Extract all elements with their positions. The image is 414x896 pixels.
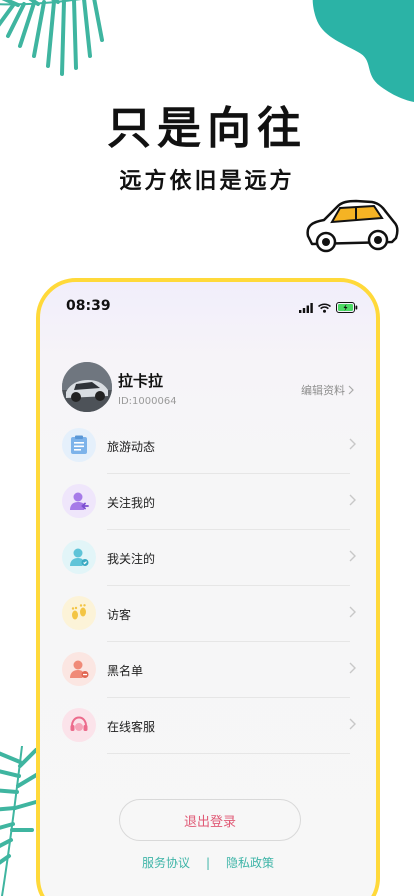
profile-menu: 旅游动态 关注我的 我关注的 访客 黑名单 在线客服 bbox=[40, 418, 376, 754]
signal-icon bbox=[299, 302, 313, 313]
menu-item-travel-posts[interactable]: 旅游动态 bbox=[40, 418, 376, 474]
user-block-icon bbox=[70, 660, 89, 678]
menu-icon-bg bbox=[62, 540, 96, 574]
menu-item-label: 我关注的 bbox=[107, 552, 156, 566]
menu-item-label: 关注我的 bbox=[107, 496, 156, 510]
menu-icon-bg bbox=[62, 708, 96, 742]
terms-link[interactable]: 服务协议 bbox=[142, 854, 190, 871]
phone-mockup: 08:39 拉卡拉 ID:1000064 编辑资料 旅游动态 关注我的 我关注的… bbox=[36, 278, 380, 896]
avatar-car-image bbox=[62, 362, 112, 412]
profile-name: 拉卡拉 bbox=[118, 372, 164, 390]
menu-divider bbox=[107, 753, 350, 754]
user-follower-icon bbox=[70, 492, 89, 510]
promo-subline: 远方依旧是远方 bbox=[119, 169, 295, 194]
link-separator: | bbox=[205, 855, 211, 870]
menu-icon-bg bbox=[62, 428, 96, 462]
menu-icon-bg bbox=[62, 652, 96, 686]
wifi-icon bbox=[318, 302, 331, 313]
chevron-right-icon bbox=[349, 438, 356, 450]
menu-item-label: 旅游动态 bbox=[107, 440, 156, 454]
chevron-right-icon bbox=[349, 718, 356, 730]
user-following-icon bbox=[70, 548, 89, 566]
logout-button[interactable]: 退出登录 bbox=[119, 799, 301, 841]
footprints-icon bbox=[71, 604, 86, 620]
privacy-link[interactable]: 隐私政策 bbox=[226, 854, 274, 871]
menu-item-following[interactable]: 我关注的 bbox=[40, 530, 376, 586]
battery-charging-icon bbox=[336, 302, 358, 313]
menu-item-customer-service[interactable]: 在线客服 bbox=[40, 698, 376, 754]
status-icons bbox=[299, 302, 358, 313]
avatar[interactable] bbox=[62, 362, 112, 412]
menu-item-label: 黑名单 bbox=[107, 664, 144, 678]
menu-item-label: 在线客服 bbox=[107, 720, 156, 734]
legal-links: 服务协议 | 隐私政策 bbox=[40, 854, 376, 871]
promo-headline: 只是向往 bbox=[107, 103, 307, 154]
edit-profile-link[interactable]: 编辑资料 bbox=[301, 382, 354, 398]
car-illustration bbox=[306, 199, 399, 253]
edit-profile-label: 编辑资料 bbox=[301, 384, 345, 397]
chevron-right-icon bbox=[349, 662, 356, 674]
chevron-right-icon bbox=[349, 494, 356, 506]
menu-item-visitors[interactable]: 访客 bbox=[40, 586, 376, 642]
palm-leaf-decoration bbox=[0, 0, 104, 76]
menu-icon-bg bbox=[62, 596, 96, 630]
menu-item-blacklist[interactable]: 黑名单 bbox=[40, 642, 376, 698]
menu-item-label: 访客 bbox=[107, 608, 132, 622]
profile-id: ID:1000064 bbox=[118, 396, 177, 407]
chevron-right-icon bbox=[349, 550, 356, 562]
headset-icon bbox=[70, 716, 88, 731]
menu-item-followers[interactable]: 关注我的 bbox=[40, 474, 376, 530]
status-time: 08:39 bbox=[66, 298, 111, 314]
menu-icon-bg bbox=[62, 484, 96, 518]
clipboard-icon bbox=[71, 435, 87, 454]
chevron-right-icon bbox=[348, 385, 354, 395]
chevron-right-icon bbox=[349, 606, 356, 618]
